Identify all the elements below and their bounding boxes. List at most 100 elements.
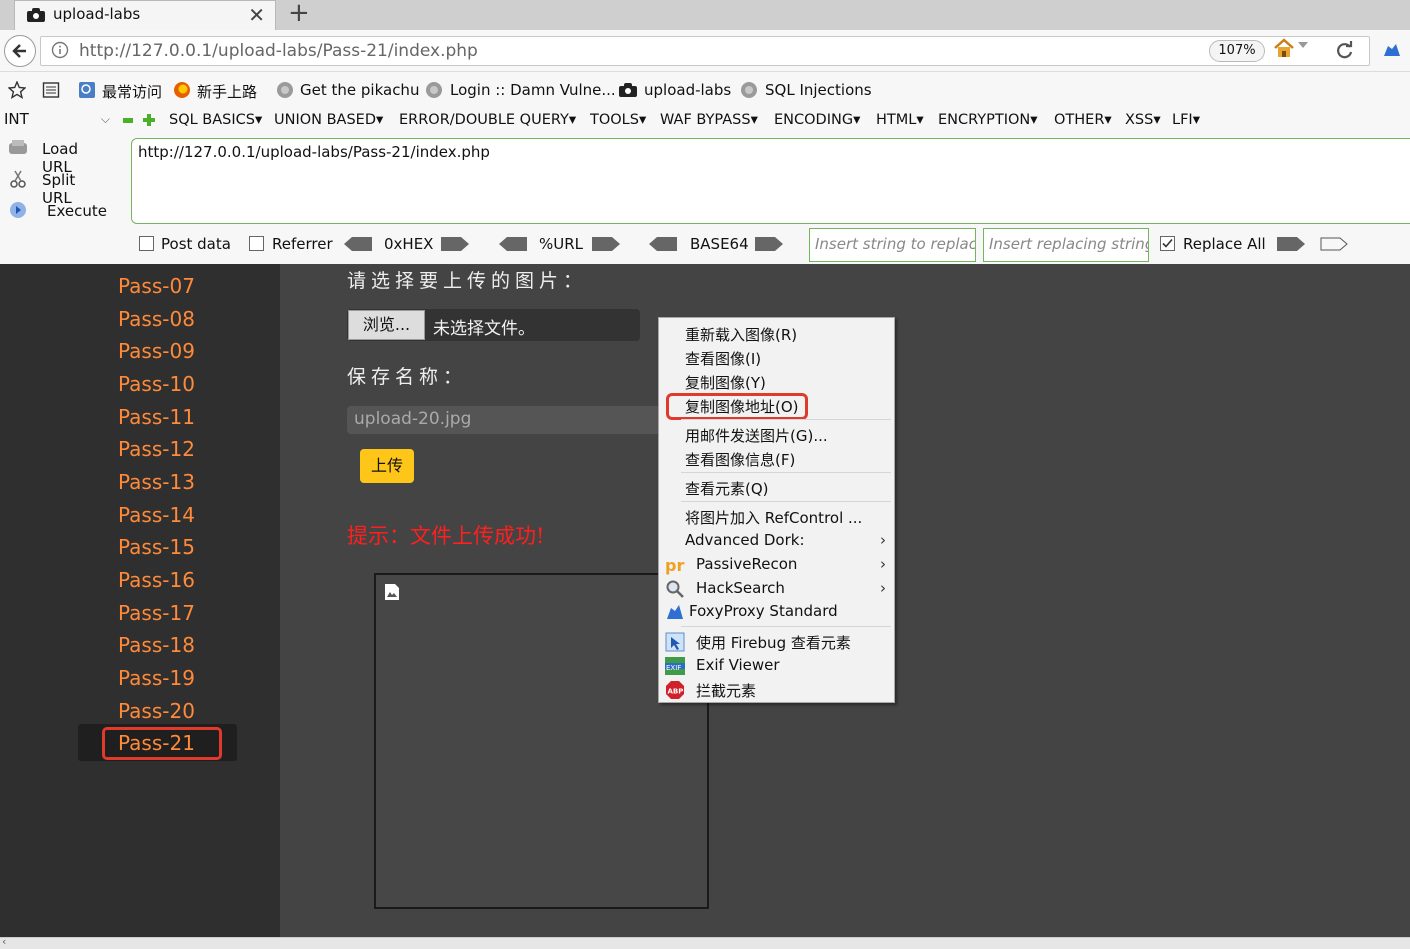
sidebar-item-pass-10[interactable]: Pass-10 (118, 372, 195, 396)
sidebar-item-pass-14[interactable]: Pass-14 (118, 503, 195, 527)
home-icon[interactable] (1273, 38, 1295, 58)
info-icon[interactable] (51, 41, 69, 59)
menu-item-view-image[interactable]: 查看图像(I) (685, 348, 761, 369)
encode-arrow-icon[interactable] (755, 237, 783, 251)
menu-item-passiverecon[interactable]: PassiveRecon (696, 555, 797, 573)
encode-arrow-icon[interactable] (592, 237, 620, 251)
no-file-text: 未选择文件。 (433, 319, 535, 339)
encode-arrow-icon[interactable] (441, 237, 469, 251)
decode-arrow-icon[interactable] (499, 237, 527, 251)
menu-item-advanced-dork[interactable]: Advanced Dork: (685, 531, 805, 549)
tab-upload-labs[interactable]: upload-labs ✕ (14, 0, 276, 30)
minus-icon[interactable] (123, 118, 133, 123)
exif-icon: EXIF (665, 657, 685, 675)
menu-other[interactable]: OTHER▾ (1054, 112, 1112, 128)
replace-outline-arrow-icon[interactable] (1320, 237, 1348, 251)
plus-icon[interactable] (143, 114, 155, 126)
menu-html[interactable]: HTML▾ (876, 112, 924, 128)
bookmarks-toolbar: 最常访问 新手上路 Get the pikachu Login :: Damn … (0, 72, 1410, 173)
new-tab-button[interactable]: + (288, 0, 310, 28)
referrer-checkbox[interactable] (249, 236, 264, 251)
menu-error-double-query[interactable]: ERROR/DOUBLE QUERY▾ (399, 112, 576, 128)
sidebar-item-pass-20[interactable]: Pass-20 (118, 699, 195, 723)
upload-button[interactable]: 上传 (360, 449, 414, 483)
menu-sql-basics[interactable]: SQL BASICS▾ (169, 112, 262, 128)
bookmark-getting-started[interactable]: 新手上路 (197, 81, 257, 102)
bookmark-pikachu[interactable]: Get the pikachu (300, 81, 419, 99)
bookmark-dvwa[interactable]: Login :: Damn Vulne... (450, 81, 616, 99)
sidebar-item-pass-19[interactable]: Pass-19 (118, 666, 195, 690)
menu-xss[interactable]: XSS▾ (1125, 112, 1161, 128)
hackbar-url-textarea[interactable]: http://127.0.0.1/upload-labs/Pass-21/ind… (131, 138, 1410, 224)
menu-item-image-info[interactable]: 查看图像信息(F) (685, 449, 795, 470)
replacing-input[interactable]: Insert replacing string (983, 228, 1149, 262)
scissors-icon (10, 170, 26, 188)
bookmark-upload-labs[interactable]: upload-labs (644, 81, 731, 99)
menu-item-email-image[interactable]: 用邮件发送图片(G)... (685, 425, 828, 446)
browse-button[interactable]: 浏览... (348, 310, 425, 340)
scroll-left-icon[interactable]: ‹ (2, 935, 6, 948)
save-name-input[interactable]: upload-20.jpg (347, 406, 677, 434)
menu-encoding[interactable]: ENCODING▾ (774, 112, 860, 128)
horizontal-scrollbar[interactable]: ‹ (0, 935, 1410, 949)
hex-label: 0xHEX (384, 235, 434, 253)
sidebar-item-pass-16[interactable]: Pass-16 (118, 568, 195, 592)
split-url-button[interactable]: Split URL (8, 169, 75, 207)
sidebar-item-pass-13[interactable]: Pass-13 (118, 470, 195, 494)
menu-encryption[interactable]: ENCRYPTION▾ (938, 112, 1038, 128)
replace-input[interactable]: Insert string to replace (809, 228, 976, 262)
sidebar-item-pass-09[interactable]: Pass-09 (118, 339, 195, 363)
zoom-indicator[interactable]: 107% (1209, 40, 1265, 62)
bookmark-most-visited[interactable]: 最常访问 (102, 81, 162, 102)
menu-union-based[interactable]: UNION BASED▾ (274, 112, 383, 128)
menu-item-exif-viewer[interactable]: Exif Viewer (696, 656, 780, 674)
check-icon (1162, 238, 1173, 248)
bookmark-sql-injections[interactable]: SQL Injections (765, 81, 872, 99)
menu-item-inspect-element[interactable]: 查看元素(Q) (685, 478, 769, 499)
hackbar-panel: Load URL Split URL Execute http://127.0.… (0, 136, 1410, 264)
reading-list-icon[interactable] (42, 81, 60, 99)
sidebar-item-pass-15[interactable]: Pass-15 (118, 535, 195, 559)
menu-item-block-element[interactable]: 拦截元素 (696, 680, 756, 701)
menu-item-firebug[interactable]: 使用 Firebug 查看元素 (696, 632, 851, 653)
menu-lfi[interactable]: LFI▾ (1172, 112, 1200, 128)
sidebar-item-pass-07[interactable]: Pass-07 (118, 274, 195, 298)
adblock-icon: ABP (666, 681, 684, 699)
sidebar-item-pass-12[interactable]: Pass-12 (118, 437, 195, 461)
star-icon[interactable] (8, 81, 26, 99)
file-input[interactable]: 浏览... 未选择文件。 (347, 309, 640, 341)
decode-arrow-icon[interactable] (344, 237, 372, 251)
upload-success-tip: 提示：文件上传成功! (347, 524, 545, 548)
menu-item-copy-image[interactable]: 复制图像(Y) (685, 372, 766, 393)
menu-item-refcontrol[interactable]: 将图片加入 RefControl ... (685, 507, 862, 528)
type-select[interactable]: INT ⌵ (4, 110, 114, 134)
replace-all-checkbox[interactable] (1160, 236, 1175, 251)
tab-title: upload-labs (53, 5, 141, 23)
reload-icon[interactable] (1335, 41, 1355, 61)
replace-arrow-icon[interactable] (1277, 237, 1305, 251)
menu-item-reload-image[interactable]: 重新载入图像(R) (685, 324, 797, 345)
address-text[interactable]: http://127.0.0.1/upload-labs/Pass-21/ind… (79, 41, 478, 61)
menu-separator (681, 626, 891, 627)
execute-button[interactable]: Execute (8, 200, 107, 226)
back-arrow-icon (12, 44, 26, 58)
address-bar[interactable]: http://127.0.0.1/upload-labs/Pass-21/ind… (40, 36, 1370, 66)
close-tab-icon[interactable]: ✕ (248, 3, 265, 27)
menu-tools[interactable]: TOOLS▾ (590, 112, 646, 128)
sidebar-item-pass-18[interactable]: Pass-18 (118, 633, 195, 657)
menu-item-hacksearch[interactable]: HackSearch (696, 579, 785, 597)
menu-waf-bypass[interactable]: WAF BYPASS▾ (660, 112, 758, 128)
sidebar-item-pass-08[interactable]: Pass-08 (118, 307, 195, 331)
menu-item-foxyproxy[interactable]: FoxyProxy Standard (689, 602, 838, 620)
replace-all-label: Replace All (1183, 235, 1266, 253)
back-button[interactable] (4, 35, 36, 67)
load-url-button[interactable]: Load URL (8, 138, 78, 176)
chevron-down-icon[interactable] (1297, 40, 1309, 50)
menu-separator (681, 419, 891, 420)
decode-arrow-icon[interactable] (649, 237, 677, 251)
sidebar-item-pass-17[interactable]: Pass-17 (118, 601, 195, 625)
post-data-checkbox[interactable] (139, 236, 154, 251)
select-image-label: 请选择要上传的图片： (347, 270, 588, 292)
foxyproxy-icon[interactable] (1382, 42, 1402, 58)
sidebar-item-pass-11[interactable]: Pass-11 (118, 405, 195, 429)
